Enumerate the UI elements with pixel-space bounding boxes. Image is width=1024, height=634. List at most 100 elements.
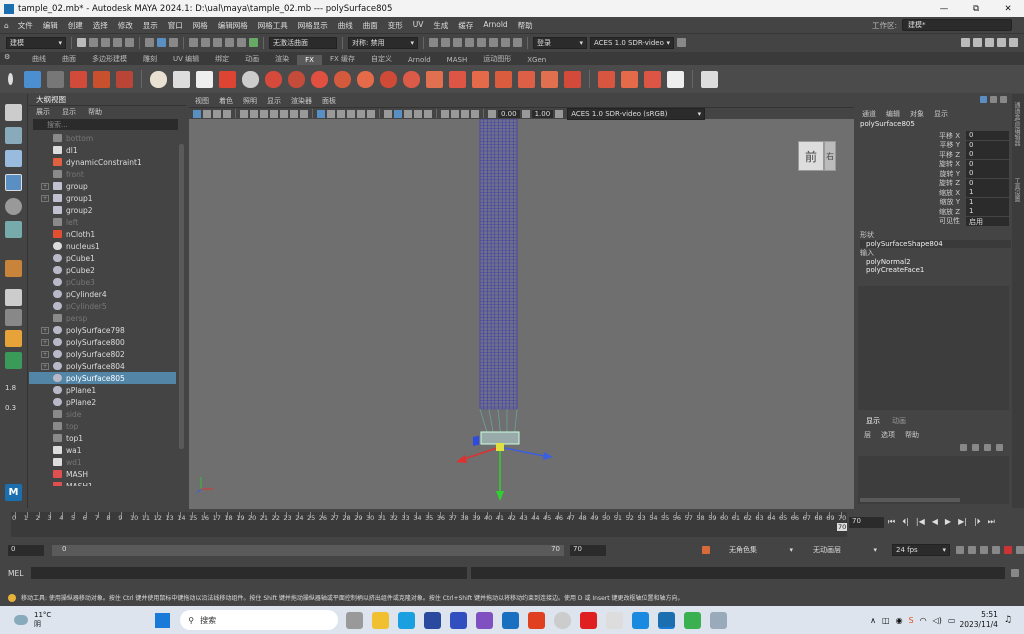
expand-icon[interactable]: + <box>41 326 49 334</box>
bifrost-emitter-icon[interactable] <box>644 70 661 88</box>
viewport-panel[interactable]: 视图 着色 照明 显示 渲染器 面板 0.00 1.00 ACES 1.0 SD… <box>189 95 854 509</box>
hypershade-icon[interactable] <box>477 38 486 47</box>
layer-scrollbar[interactable] <box>860 498 960 502</box>
anim-start-field[interactable]: 0 <box>8 544 44 556</box>
viewport-menu-item[interactable]: 着色 <box>219 96 233 106</box>
start-button[interactable] <box>155 612 171 628</box>
view-cube-front[interactable]: 前 <box>798 141 824 171</box>
menu-item-13[interactable]: 变形 <box>383 20 408 31</box>
layer-tab[interactable]: 显示 <box>866 416 880 426</box>
create-emitter-icon[interactable] <box>47 70 64 88</box>
file-explorer-icon[interactable] <box>372 611 390 629</box>
layer-tab[interactable]: 动画 <box>892 416 906 426</box>
outliner-menu-item[interactable]: 展示 <box>36 107 50 117</box>
menu-item-17[interactable]: Arnold <box>478 20 512 31</box>
channel-attr-value[interactable]: 0 <box>966 159 1009 169</box>
menu-item-1[interactable]: 编辑 <box>38 20 63 31</box>
hair-tool-icon[interactable] <box>173 70 190 88</box>
go-to-start-button[interactable]: ⏮ <box>888 517 895 527</box>
snap-surface-icon[interactable] <box>237 38 246 47</box>
yd-app-icon[interactable] <box>580 611 598 629</box>
mel-label[interactable]: MEL <box>0 569 31 578</box>
snap-point-icon[interactable] <box>213 38 222 47</box>
cache-delete-icon[interactable] <box>518 70 535 88</box>
film-gate-icon[interactable] <box>250 109 258 118</box>
mel-input[interactable] <box>31 567 468 579</box>
outliner-item[interactable]: top1 <box>29 432 176 444</box>
tray-app-icon-3[interactable]: S <box>909 616 914 625</box>
save-scene-icon[interactable] <box>101 38 110 47</box>
shelf-tab-2[interactable]: 多边形建模 <box>84 53 135 65</box>
weather-icon[interactable] <box>14 615 28 625</box>
input-node[interactable]: polyNormal2 <box>860 258 1011 266</box>
lasso-tool-icon[interactable] <box>5 127 22 144</box>
new-scene-icon[interactable] <box>77 38 86 47</box>
wireframe-icon[interactable] <box>317 109 325 118</box>
depth-of-field-icon[interactable] <box>471 109 479 118</box>
expand-icon[interactable]: + <box>41 182 49 190</box>
outliner-item[interactable]: + polySurface804 <box>29 360 176 372</box>
image-plane-icon[interactable] <box>223 109 231 118</box>
four-view-layout-icon[interactable] <box>5 309 22 326</box>
channel-attr-value[interactable]: 0 <box>966 131 1009 141</box>
menu-item-9[interactable]: 网格工具 <box>253 20 293 31</box>
bookmarks-icon[interactable] <box>213 109 221 118</box>
volume-icon[interactable]: ◁) <box>933 616 942 625</box>
channel-attr-value[interactable]: 1 <box>966 197 1009 207</box>
app-icon-1[interactable] <box>450 611 468 629</box>
sound-icon[interactable] <box>992 546 1000 554</box>
select-component-icon[interactable] <box>169 38 178 47</box>
channel-attr-row[interactable]: 平移 Y 0 <box>856 140 1011 151</box>
field-volume-icon[interactable] <box>472 70 489 88</box>
isolate-select-icon[interactable] <box>394 109 402 118</box>
create-ncloth-icon[interactable] <box>219 70 236 88</box>
outliner-layout-icon[interactable] <box>5 330 22 347</box>
character-set-dropdown[interactable]: 无角色集 ▾ <box>726 544 796 556</box>
render-sequence-icon[interactable] <box>441 38 450 47</box>
outliner-item[interactable]: persp <box>29 312 176 324</box>
step-back-frame-button[interactable]: |◀ <box>916 517 925 527</box>
cache-replace-icon[interactable] <box>564 70 581 88</box>
move-manipulator[interactable] <box>456 435 553 509</box>
color-mgmt-icon[interactable] <box>677 38 686 47</box>
shadows-icon[interactable] <box>367 109 375 118</box>
live-surface-field[interactable]: 无激活曲面 <box>269 36 337 49</box>
menu-item-15[interactable]: 生成 <box>428 20 453 31</box>
create-fluid-icon[interactable] <box>93 70 110 88</box>
shelf-tab-12[interactable]: MASH <box>439 55 476 65</box>
play-simulation-icon[interactable] <box>701 70 718 88</box>
paint-select-icon[interactable] <box>5 150 22 167</box>
channel-box-toggle-icon[interactable] <box>980 96 987 103</box>
channel-box-side-tab[interactable]: 通道盒/层编辑器 <box>1012 94 1021 174</box>
shelf-tab-0[interactable]: 曲线 <box>24 53 54 65</box>
paint-effects-icon[interactable] <box>196 70 213 88</box>
layer-menu-item[interactable]: 层 <box>864 430 871 440</box>
time-ticks[interactable]: 0 1 2 3 4 5 6 7 8 9 10 11 12 13 14 15 16 17 18 19 20 21 22 23 24… <box>11 512 848 537</box>
menu-item-18[interactable]: 帮助 <box>513 20 538 31</box>
menu-item-10[interactable]: 网格显示 <box>293 20 333 31</box>
channel-attr-value[interactable]: 启用 <box>966 216 1009 226</box>
login-button[interactable]: 登录 ▾ <box>533 36 587 49</box>
outliner-item[interactable]: side <box>29 408 176 420</box>
field-turbulence-icon[interactable] <box>426 70 443 88</box>
ambient-occlusion-icon[interactable] <box>441 109 449 118</box>
channel-attr-row[interactable]: 旋转 X 0 <box>856 159 1011 170</box>
menu-item-11[interactable]: 曲线 <box>333 20 358 31</box>
channel-menu-item[interactable]: 编辑 <box>886 109 900 119</box>
outliner-search-input[interactable]: 搜索... <box>33 119 178 130</box>
app-icon-2[interactable] <box>476 611 494 629</box>
field-vortex-icon[interactable] <box>449 70 466 88</box>
current-frame-marker[interactable]: 70 <box>837 523 848 531</box>
tool-settings-toggle-icon[interactable] <box>1000 96 1007 103</box>
expand-icon[interactable]: + <box>41 350 49 358</box>
render-frame-icon[interactable] <box>429 38 438 47</box>
safe-action-icon[interactable] <box>290 109 298 118</box>
menu-item-3[interactable]: 选择 <box>88 20 113 31</box>
nrigid-icon[interactable] <box>288 70 305 88</box>
viewport-menu-item[interactable]: 视图 <box>195 96 209 106</box>
weather-temp[interactable]: 11°C <box>34 611 51 620</box>
select-tool-icon[interactable] <box>5 104 22 121</box>
notification-bell-icon[interactable]: ♫ <box>1004 615 1012 625</box>
tray-app-icon-1[interactable]: ◫ <box>882 616 890 625</box>
ipr-render-icon[interactable] <box>453 38 462 47</box>
